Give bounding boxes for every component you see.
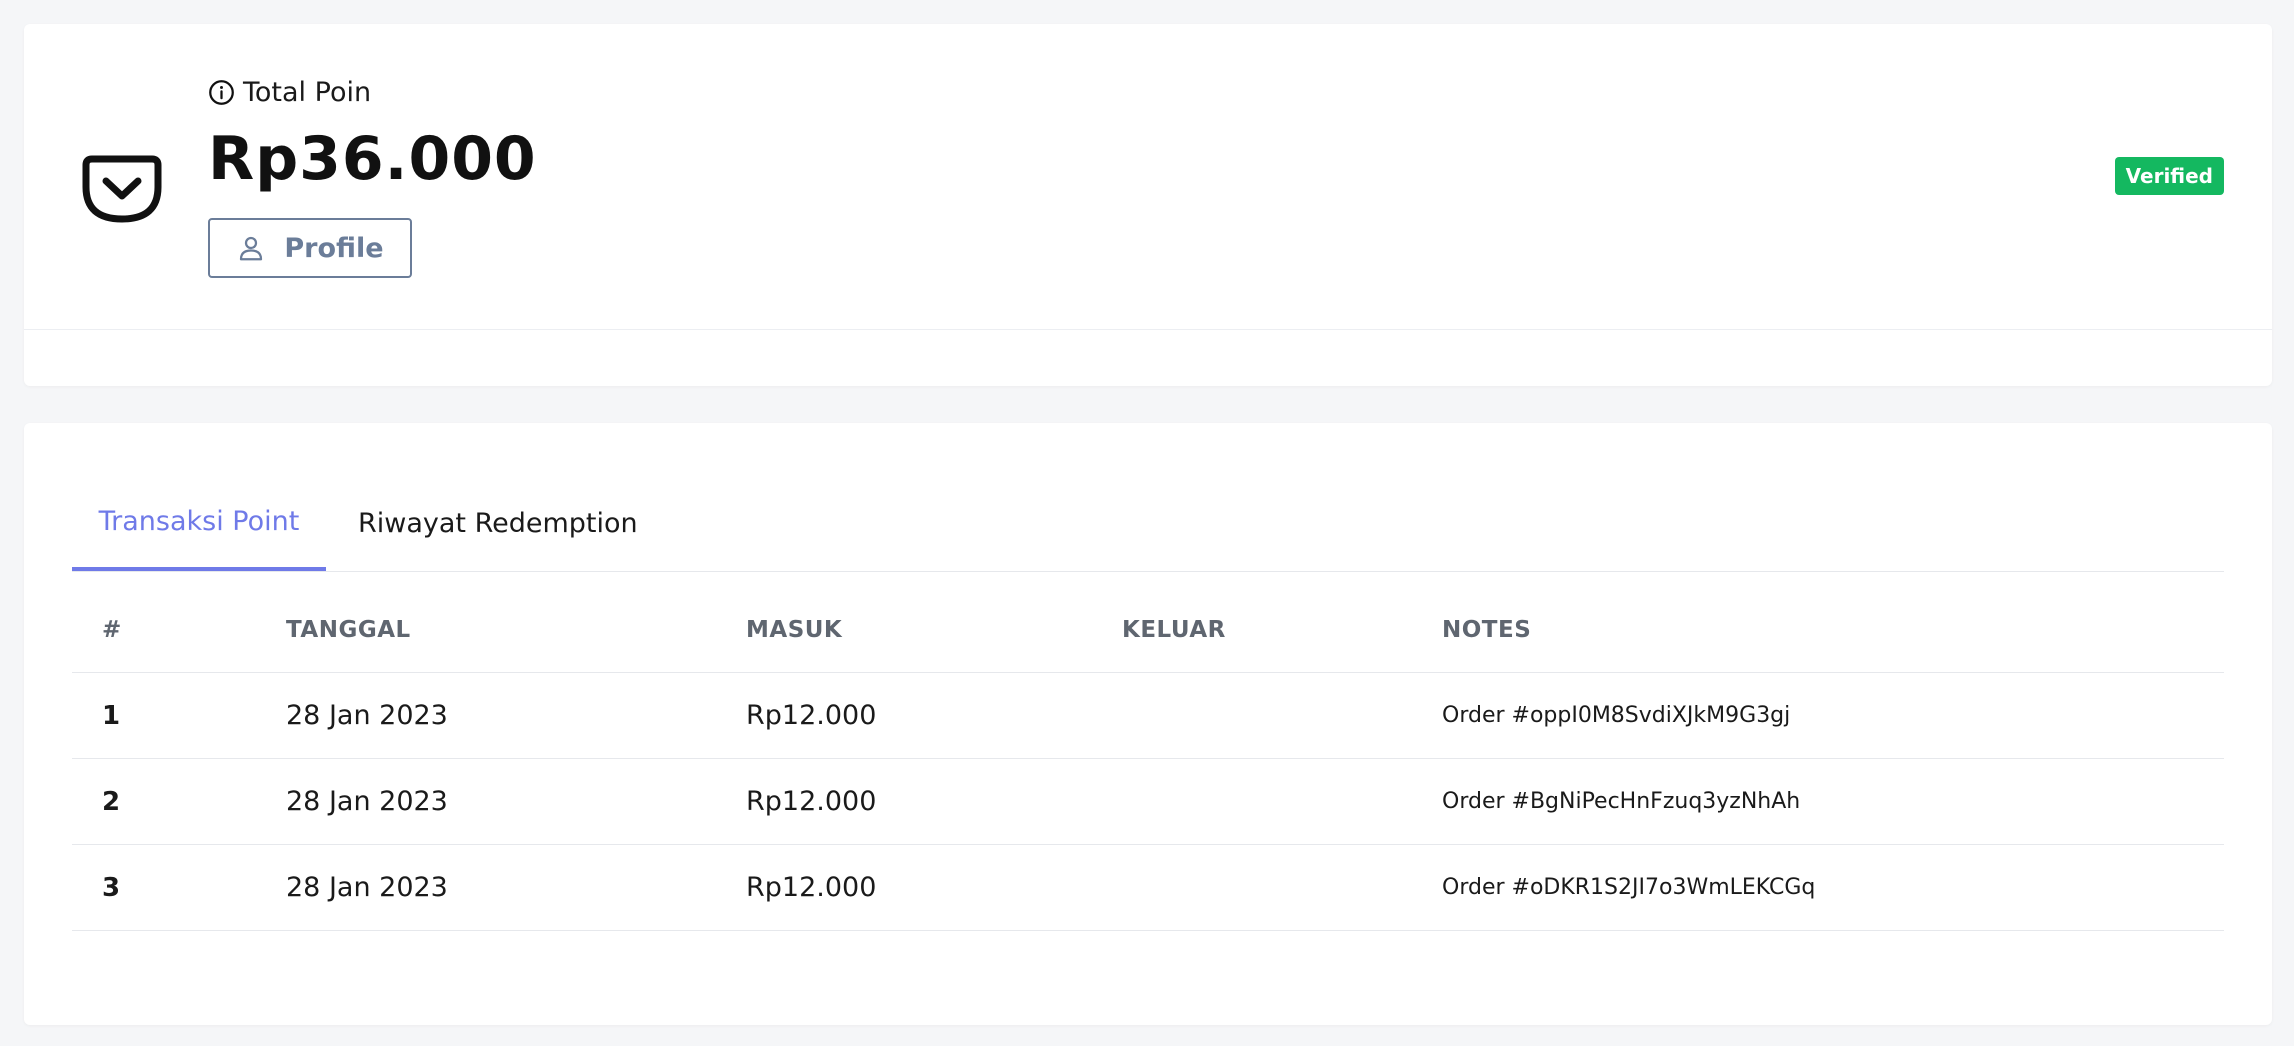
info-icon [209, 79, 234, 105]
header-in: MASUK [746, 617, 843, 643]
table-header: # TANGGAL MASUK KELUAR NOTES [72, 588, 2224, 673]
total-points-text: Total Poin [243, 76, 372, 108]
tab-transaksi-point[interactable]: Transaksi Point [72, 475, 326, 571]
card-divider [24, 329, 2272, 330]
status-badge: Verified [2114, 157, 2224, 195]
header-notes: NOTES [1442, 617, 1532, 643]
row-in: Rp12.000 [746, 872, 877, 903]
row-in: Rp12.000 [746, 700, 877, 731]
points-summary-card: Total Poin Rp36.000 Profile Verified [24, 24, 2272, 386]
pocket-icon [82, 155, 162, 223]
header-number: # [102, 617, 122, 643]
tab-riwayat-redemption[interactable]: Riwayat Redemption [358, 475, 658, 571]
row-notes: Order #BgNiPecHnFzuq3yzNhAh [1442, 789, 1801, 814]
table-row: 2 28 Jan 2023 Rp12.000 Order #BgNiPecHnF… [72, 759, 2224, 845]
header-out: KELUAR [1122, 617, 1226, 643]
user-icon [240, 236, 263, 261]
row-number: 3 [102, 872, 121, 903]
row-number: 2 [102, 786, 121, 817]
row-in: Rp12.000 [746, 786, 877, 817]
row-date: 28 Jan 2023 [286, 700, 448, 731]
total-points-label: Total Poin [208, 74, 371, 110]
profile-button-label: Profile [284, 232, 384, 264]
total-points-amount: Rp36.000 [208, 124, 537, 194]
table-row: 3 28 Jan 2023 Rp12.000 Order #oDKR1S2JI7… [72, 845, 2224, 931]
transactions-card: Transaksi Point Riwayat Redemption # TAN… [24, 423, 2272, 1025]
row-number: 1 [102, 700, 121, 731]
tab-bar: Transaksi Point Riwayat Redemption [72, 475, 2224, 572]
row-date: 28 Jan 2023 [286, 786, 448, 817]
profile-button[interactable]: Profile [208, 218, 412, 278]
row-notes: Order #oDKR1S2JI7o3WmLEKCGq [1442, 875, 1816, 900]
row-date: 28 Jan 2023 [286, 872, 448, 903]
row-notes: Order #oppI0M8SvdiXJkM9G3gj [1442, 703, 1791, 728]
transactions-table: # TANGGAL MASUK KELUAR NOTES 1 28 Jan 20… [72, 588, 2224, 931]
table-row: 1 28 Jan 2023 Rp12.000 Order #oppI0M8Svd… [72, 673, 2224, 759]
header-date: TANGGAL [286, 617, 411, 643]
